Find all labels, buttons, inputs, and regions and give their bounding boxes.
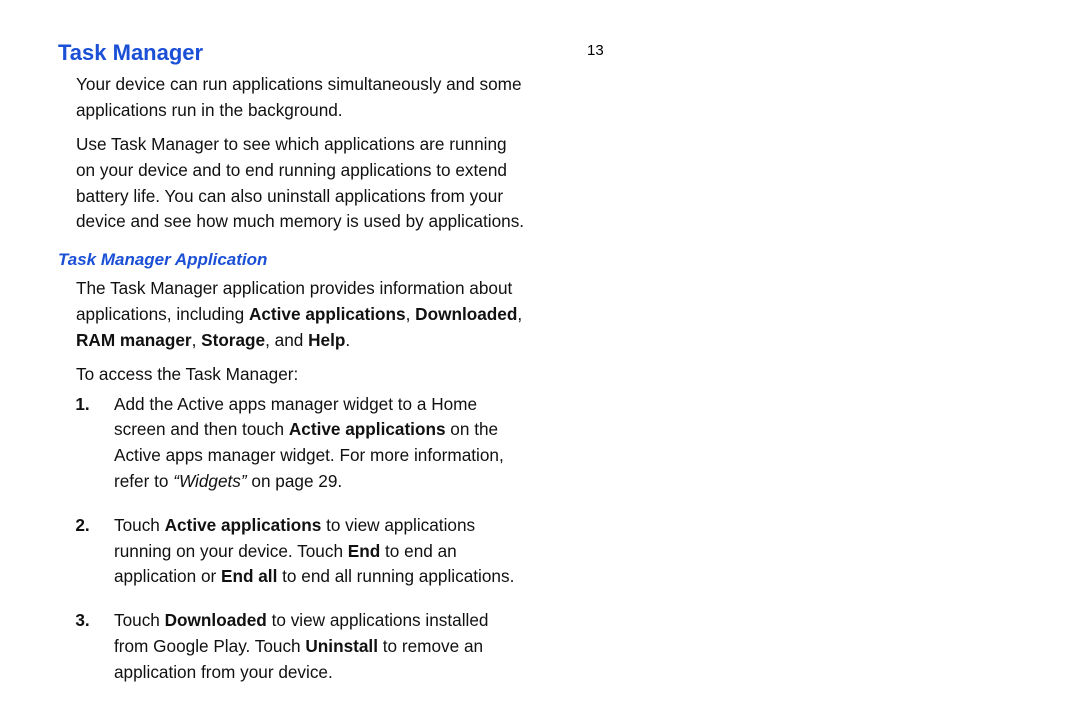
tm-step-2: Touch Active applications to view applic… bbox=[104, 513, 525, 590]
bold-text: Active applications bbox=[249, 304, 406, 324]
heading-task-manager: Task Manager bbox=[58, 40, 525, 66]
text: , and bbox=[265, 330, 308, 350]
bold-text: End all bbox=[221, 566, 277, 586]
text: . bbox=[345, 330, 350, 350]
text: , bbox=[517, 304, 522, 324]
text: on page 29. bbox=[247, 471, 343, 491]
bold-text: Downloaded bbox=[415, 304, 517, 324]
text: Touch bbox=[114, 515, 165, 535]
tm-intro-1: Your device can run applications simulta… bbox=[76, 72, 525, 124]
text: , bbox=[406, 304, 416, 324]
tm-app-description: The Task Manager application provides in… bbox=[76, 276, 525, 353]
tm-step-1: Add the Active apps manager widget to a … bbox=[104, 392, 525, 495]
subheading-tm-application: Task Manager Application bbox=[58, 249, 525, 270]
bold-text: Storage bbox=[201, 330, 265, 350]
manual-page: Task Manager Your device can run applica… bbox=[0, 0, 1080, 720]
bold-text: Downloaded bbox=[165, 610, 267, 630]
bold-text: Active applications bbox=[289, 419, 446, 439]
bold-text: Active applications bbox=[165, 515, 322, 535]
text: to end all running applications. bbox=[277, 566, 514, 586]
tm-steps: Add the Active apps manager widget to a … bbox=[86, 392, 525, 686]
text: , bbox=[192, 330, 202, 350]
italic-ref: “Widgets” bbox=[173, 471, 246, 491]
tm-intro-2: Use Task Manager to see which applicatio… bbox=[76, 132, 525, 235]
bold-text: Help bbox=[308, 330, 345, 350]
page-number: 13 bbox=[587, 40, 1036, 63]
tm-step-3: Touch Downloaded to view applications in… bbox=[104, 608, 525, 685]
tm-access-line: To access the Task Manager: bbox=[76, 362, 525, 388]
bold-text: Uninstall bbox=[305, 636, 378, 656]
bold-text: End bbox=[348, 541, 380, 561]
bold-text: RAM manager bbox=[76, 330, 192, 350]
text: Touch bbox=[114, 610, 165, 630]
